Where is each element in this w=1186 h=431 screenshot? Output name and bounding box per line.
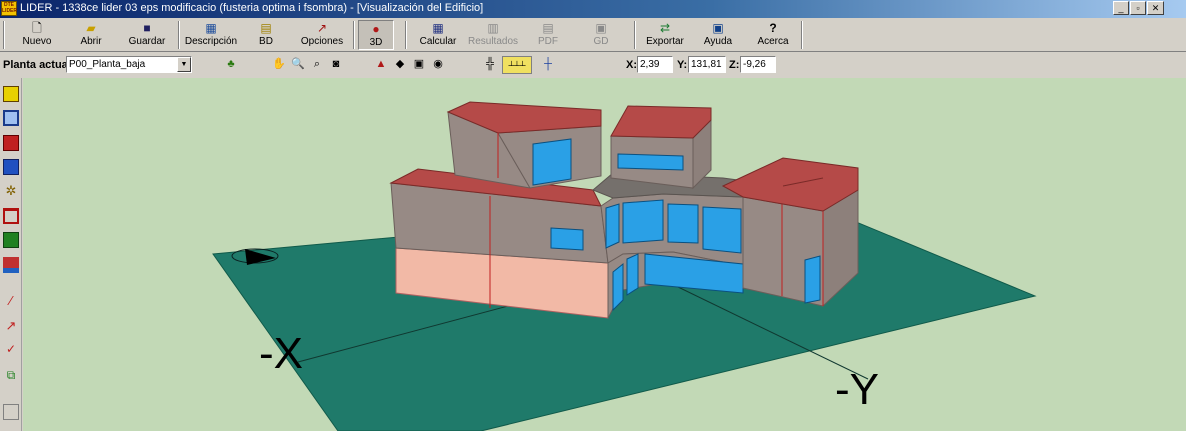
- window: [605, 203, 620, 249]
- axis-x-label: -X: [259, 329, 303, 378]
- grid-icon[interactable]: ╬: [481, 56, 499, 74]
- y-coordinate-field[interactable]: 131,81: [688, 56, 726, 73]
- 3d-view-icon: ●: [372, 22, 380, 36]
- zoom-window-icon[interactable]: ⌕: [308, 56, 326, 74]
- copy-tool-icon[interactable]: ⧉: [3, 368, 19, 384]
- new-button[interactable]: 🗋 Nuevo: [14, 20, 60, 50]
- line-tool-icon[interactable]: ⁄: [3, 293, 19, 309]
- export-icon: ⇄: [659, 21, 671, 35]
- new-file-icon: 🗋: [32, 21, 42, 35]
- vertex-tool-icon[interactable]: ✓: [3, 342, 19, 358]
- polyline-tool-icon[interactable]: ↗: [3, 318, 19, 334]
- results-chart-icon: ▥: [487, 21, 499, 35]
- planta-select[interactable]: P00_Planta_baja ▼: [66, 56, 192, 73]
- calculate-button[interactable]: ▦ Calcular: [414, 20, 462, 50]
- help-button[interactable]: ▣ Ayuda: [700, 20, 736, 50]
- calculator-icon: ▦: [432, 21, 444, 35]
- pdf-button[interactable]: ▤ PDF: [532, 20, 564, 50]
- z-coordinate-field[interactable]: -9,26: [740, 56, 776, 73]
- layers-icon[interactable]: ▣: [410, 56, 428, 74]
- open-button[interactable]: ▰ Abrir: [68, 20, 114, 50]
- upper-right-box-roof: [610, 105, 712, 139]
- window: [804, 255, 821, 304]
- ruler-icon[interactable]: ┴┴┴: [502, 56, 532, 74]
- window-tool-icon[interactable]: [3, 110, 19, 126]
- building-tool-icon[interactable]: [3, 232, 19, 248]
- app-logo-icon: DTE LIDER: [1, 1, 17, 16]
- select-tool-icon[interactable]: [3, 86, 19, 102]
- export-button[interactable]: ⇄ Exportar: [642, 20, 688, 50]
- x-coordinate-field[interactable]: 2,39: [637, 56, 673, 73]
- chevron-down-icon[interactable]: ▼: [177, 57, 191, 72]
- window: [622, 199, 664, 244]
- pdf-icon: ▤: [542, 21, 554, 35]
- gd-button[interactable]: ▣ GD: [585, 20, 617, 50]
- extra-tool-icon[interactable]: [3, 404, 19, 420]
- window: [667, 203, 699, 244]
- camera-icon[interactable]: ◉: [429, 56, 447, 74]
- description-icon: ▦: [205, 21, 217, 35]
- results-button[interactable]: ▥ Resultados: [466, 20, 520, 50]
- open-folder-icon: ▰: [86, 21, 96, 35]
- zoom-icon[interactable]: 🔍: [289, 56, 307, 74]
- view-toolbar: Planta actual P00_Planta_baja ▼ ♣ ✋ 🔍 ⌕ …: [0, 53, 1186, 76]
- wall-tool-icon[interactable]: [3, 208, 19, 224]
- window: [702, 206, 742, 254]
- left-toolbar: ✲ ⁄ ↗ ✓ ⧉: [0, 78, 22, 431]
- bd-button[interactable]: ▤ BD: [248, 20, 284, 50]
- save-disk-icon: ■: [143, 21, 151, 35]
- rotate-view-icon[interactable]: ◙: [327, 56, 345, 74]
- grid-tool-icon[interactable]: [3, 159, 19, 175]
- about-question-icon: ?: [769, 21, 777, 35]
- help-icon: ▣: [712, 21, 724, 35]
- axis-y-label: -Y: [835, 365, 879, 414]
- maximize-icon[interactable]: ▫: [1130, 1, 1146, 15]
- pan-hand-icon[interactable]: ✋: [270, 56, 288, 74]
- snap-cross-icon[interactable]: ┼: [539, 56, 557, 74]
- planta-label: Planta actual: [3, 59, 71, 71]
- tree-icon[interactable]: ♣: [222, 56, 240, 74]
- options-button[interactable]: ↗ Opciones: [296, 20, 348, 50]
- window-title: LIDER - 1338ce lider 03 eps modificacio …: [20, 2, 484, 14]
- window: [550, 227, 584, 251]
- 3d-button[interactable]: ● 3D: [358, 20, 394, 50]
- building-3d-view: -X -Y: [212, 101, 1037, 431]
- floor-tool-icon[interactable]: [3, 135, 19, 151]
- gd-icon: ▣: [595, 21, 607, 35]
- pick-icon[interactable]: ◆: [391, 56, 409, 74]
- description-button[interactable]: ▦ Descripción: [182, 20, 240, 50]
- window: [626, 253, 639, 296]
- options-hammer-icon: ↗: [316, 21, 328, 35]
- 3d-viewport[interactable]: -X -Y: [23, 78, 1186, 431]
- roof-tool-icon[interactable]: [3, 257, 19, 273]
- window: [532, 138, 572, 186]
- about-button[interactable]: ? Acerca: [752, 20, 794, 50]
- main-toolbar: 🗋 Nuevo ▰ Abrir ■ Guardar ▦ Descripción …: [0, 18, 1186, 52]
- title-bar: DTE LIDER LIDER - 1338ce lider 03 eps mod…: [0, 0, 1186, 18]
- select-color-icon[interactable]: ▲: [372, 56, 390, 74]
- close-icon[interactable]: ✕: [1147, 1, 1164, 15]
- magic-tool-icon[interactable]: ✲: [3, 183, 19, 199]
- window: [617, 153, 684, 171]
- minimize-icon[interactable]: _: [1113, 1, 1129, 15]
- database-icon: ▤: [260, 21, 272, 35]
- save-button[interactable]: ■ Guardar: [122, 20, 172, 50]
